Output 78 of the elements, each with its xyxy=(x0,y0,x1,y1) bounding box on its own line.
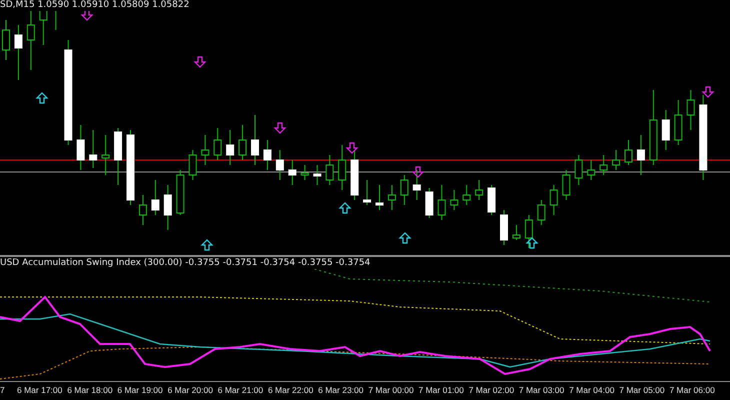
candlestick xyxy=(500,210,508,246)
candlestick xyxy=(612,150,620,170)
time-axis-label: 6 Mar 19:00 xyxy=(117,384,164,396)
candlestick xyxy=(574,154,583,186)
time-axis-label: 7 Mar 00:00 xyxy=(368,384,415,396)
time-axis-label: 6 Mar 23:00 xyxy=(318,384,364,396)
candlestick xyxy=(214,128,222,160)
down-arrow-icon xyxy=(702,86,714,98)
candlestick xyxy=(138,194,147,226)
up-arrow-icon xyxy=(200,239,214,251)
candlestick xyxy=(550,184,558,216)
candlestick xyxy=(276,150,284,180)
candlestick xyxy=(300,164,309,180)
candlestick xyxy=(26,10,35,70)
up-arrow-icon xyxy=(36,92,48,104)
candlestick xyxy=(188,150,197,180)
down-arrow-icon xyxy=(346,142,358,154)
candlestick xyxy=(425,188,434,218)
down-arrow-icon xyxy=(194,56,206,68)
candlestick xyxy=(263,140,272,170)
candlestick xyxy=(475,180,484,200)
candlestick xyxy=(114,128,122,186)
candlestick xyxy=(600,154,608,176)
candlestick xyxy=(537,200,546,226)
candlestick xyxy=(350,150,359,200)
up-arrow-icon xyxy=(398,232,412,244)
candlestick xyxy=(624,140,632,166)
candlestick xyxy=(176,170,184,216)
down-arrow-icon xyxy=(412,166,424,178)
candlestick xyxy=(251,114,259,166)
candlestick xyxy=(102,134,110,176)
time-axis-label: 6 Mar 20:00 xyxy=(168,384,214,396)
indicator-title: USD Accumulation Swing Index (300.00) -0.3755 -0.3751 -0.3754 -0.3755 -0.3754 xyxy=(0,258,370,269)
up-arrow-icon xyxy=(338,202,352,214)
candlestick xyxy=(313,164,322,186)
candlestick xyxy=(164,184,172,230)
time-axis-label: 6 Mar 21:00 xyxy=(218,384,264,396)
time-axis-label: 7 Mar 03:00 xyxy=(518,384,566,396)
candlestick xyxy=(151,180,160,216)
candlestick xyxy=(376,184,384,210)
chart-title: SD,M15 1.0590 1.05910 1.05809 1.05822 xyxy=(0,0,190,11)
candlestick xyxy=(363,180,372,206)
time-axis-label: 6 Mar 17:00 xyxy=(17,384,64,396)
candlestick xyxy=(76,124,85,170)
candlestick xyxy=(338,144,346,190)
time-axis-label: 7 Mar 04:00 xyxy=(569,384,616,396)
candlestick xyxy=(524,214,533,248)
candlestick xyxy=(450,190,458,210)
down-arrow-icon xyxy=(80,9,94,21)
time-axis-label: 7 Mar 02:00 xyxy=(468,384,516,396)
candlestick xyxy=(462,184,471,206)
time-axis-label: 7 xyxy=(0,384,6,396)
candlestick xyxy=(412,170,421,200)
candlestick xyxy=(438,184,446,220)
candlestick xyxy=(674,100,682,146)
candlestick xyxy=(14,24,22,80)
time-axis-label: 6 Mar 18:00 xyxy=(67,384,114,396)
candlestick xyxy=(388,184,396,210)
candlestick xyxy=(636,134,645,176)
candlestick xyxy=(226,130,234,166)
candlestick xyxy=(238,124,247,160)
candlestick xyxy=(488,184,496,216)
up-arrow-icon xyxy=(526,237,538,249)
candlestick xyxy=(326,154,334,186)
candlestick xyxy=(400,174,408,206)
time-axis-label: 7 Mar 06:00 xyxy=(669,384,716,396)
candlestick xyxy=(288,160,296,186)
candlestick xyxy=(587,160,596,180)
down-arrow-icon xyxy=(274,122,286,134)
candlestick xyxy=(686,90,695,130)
candlestick xyxy=(89,130,98,168)
candlestick xyxy=(562,170,570,200)
candlestick xyxy=(512,224,520,240)
time-axis-label: 6 Mar 22:00 xyxy=(268,384,314,396)
time-axis-label: 7 Mar 01:00 xyxy=(418,384,465,396)
candlestick xyxy=(662,110,670,150)
time-axis-label: 7 Mar 05:00 xyxy=(619,384,666,396)
candlestick xyxy=(201,134,210,166)
